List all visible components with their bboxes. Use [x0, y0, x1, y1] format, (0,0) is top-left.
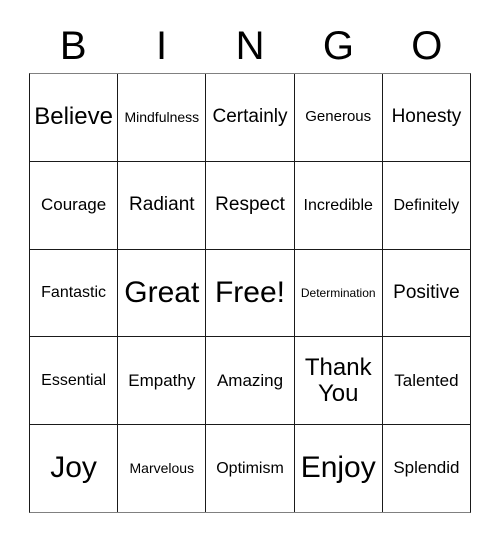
bingo-cell-label: Believe	[34, 103, 113, 131]
bingo-cell-label: Enjoy	[300, 451, 376, 485]
bingo-cell[interactable]: Positive	[383, 250, 470, 337]
bingo-cell-label: Radiant	[129, 193, 195, 215]
bingo-cell-label: Splendid	[393, 458, 460, 478]
bingo-cell[interactable]: Generous	[295, 74, 383, 161]
bingo-cell[interactable]: Mindfulness	[118, 74, 207, 161]
bingo-cell-label: Marvelous	[129, 460, 195, 477]
bingo-cell[interactable]: Certainly	[206, 74, 295, 161]
bingo-cell[interactable]: Incredible	[295, 161, 383, 249]
bingo-cell-label: Talented	[394, 370, 459, 390]
bingo-cell-label: Positive	[393, 281, 460, 303]
bingo-header-letter-b: B	[59, 24, 87, 68]
bingo-row: Courage Radiant Respect Incredible Defin…	[30, 161, 470, 250]
bingo-cell-label: Respect	[215, 193, 285, 215]
bingo-cell-label: Free!	[214, 275, 286, 309]
bingo-cell-label: Essential	[41, 372, 107, 390]
bingo-cell-label: Mindfulness	[124, 108, 200, 125]
bingo-cell[interactable]: Fantastic	[30, 249, 119, 337]
bingo-cell[interactable]: Great	[118, 249, 207, 337]
bingo-cell-label: Determination	[300, 285, 376, 300]
bingo-cell[interactable]: Radiant	[118, 161, 207, 249]
bingo-grid: Believe Mindfulness Certainly Generous H…	[29, 73, 471, 513]
bingo-header: B I N G O	[29, 19, 471, 73]
bingo-cell[interactable]: Enjoy	[295, 425, 383, 512]
bingo-header-letter-n: N	[235, 24, 265, 68]
bingo-row: Joy Marvelous Optimism Enjoy Splendid	[30, 425, 470, 512]
bingo-cell[interactable]: Determination	[295, 249, 383, 337]
bingo-cell-label: Certainly	[212, 106, 288, 128]
bingo-header-letter-i: I	[156, 24, 168, 68]
bingo-cell-label: Generous	[305, 108, 372, 126]
bingo-cell-label: Empathy	[128, 370, 196, 390]
bingo-cell[interactable]: Respect	[206, 161, 295, 249]
bingo-cell[interactable]: Empathy	[118, 337, 207, 425]
bingo-row: Essential Empathy Amazing Thank You Tale…	[30, 337, 470, 426]
bingo-header-letter-o: O	[411, 24, 443, 68]
bingo-cell-label: Thank You	[304, 353, 372, 407]
bingo-cell[interactable]: Marvelous	[118, 425, 207, 512]
bingo-cell-label: Courage	[40, 195, 107, 215]
bingo-cell[interactable]: Thank You	[295, 337, 383, 425]
bingo-cell[interactable]: Courage	[30, 161, 119, 249]
bingo-cell-label: Honesty	[391, 106, 462, 128]
bingo-cell-label: Incredible	[303, 196, 373, 214]
bingo-cell-label: Fantastic	[41, 284, 107, 302]
bingo-card: B I N G O Believe Mindfulness Certainly …	[0, 0, 500, 544]
bingo-cell[interactable]: Optimism	[206, 425, 295, 512]
bingo-row: Fantastic Great Free! Determination Posi…	[30, 249, 470, 338]
bingo-cell-label: Optimism	[216, 459, 284, 477]
bingo-cell[interactable]: Talented	[383, 337, 470, 424]
bingo-cell-label: Amazing	[216, 370, 284, 390]
bingo-cell-label: Definitely	[393, 196, 460, 214]
bingo-cell[interactable]: Joy	[30, 425, 119, 512]
bingo-cell[interactable]: Splendid	[383, 425, 470, 512]
bingo-cell[interactable]: Definitely	[383, 162, 470, 249]
bingo-cell[interactable]: Amazing	[206, 337, 295, 425]
bingo-cell[interactable]: Honesty	[383, 74, 470, 161]
bingo-header-letter-g: G	[322, 24, 354, 68]
bingo-cell[interactable]: Believe	[30, 74, 119, 161]
bingo-cell-free[interactable]: Free!	[206, 249, 295, 337]
bingo-row: Believe Mindfulness Certainly Generous H…	[30, 74, 470, 162]
bingo-cell[interactable]: Essential	[30, 337, 119, 425]
bingo-cell-label: Great	[124, 275, 200, 309]
bingo-cell-label: Joy	[50, 451, 97, 485]
